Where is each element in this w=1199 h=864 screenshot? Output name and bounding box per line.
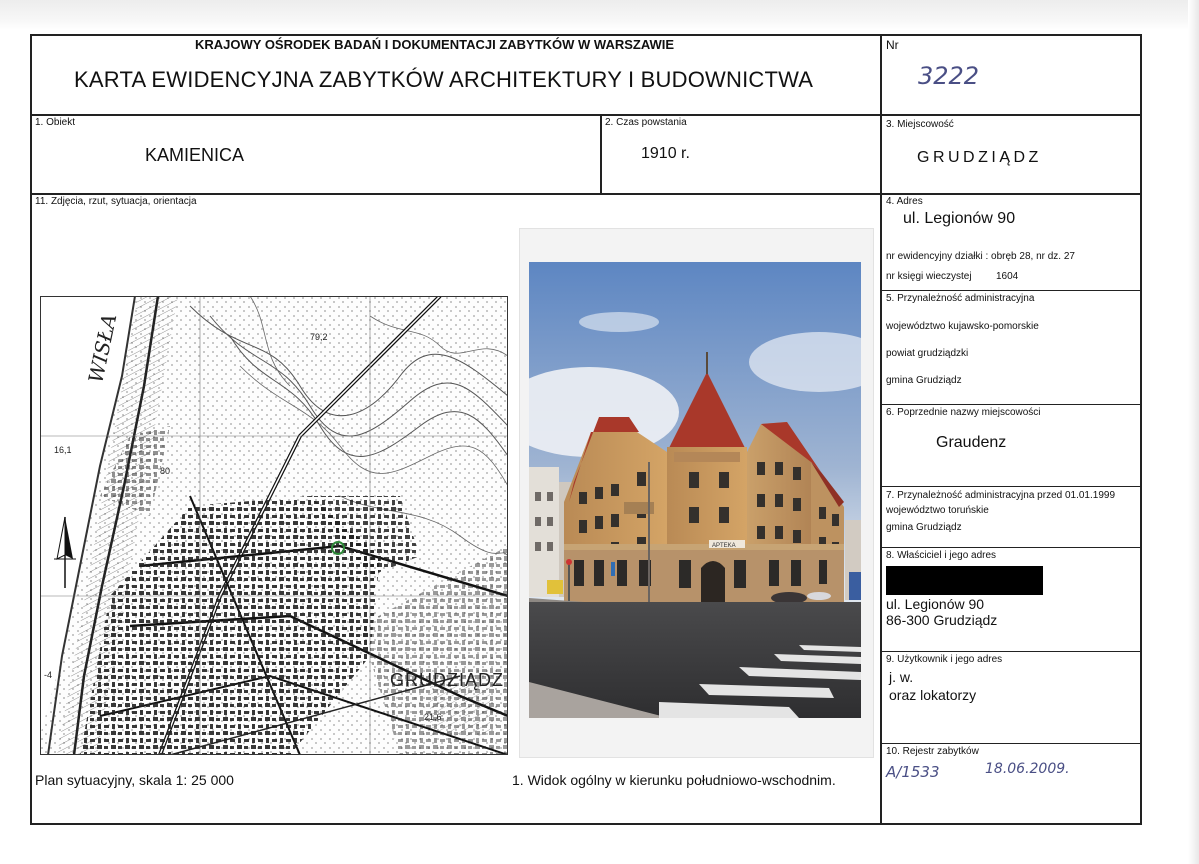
przed1999-gmina: gmina Grudziądz — [886, 522, 962, 533]
adres-label: 4. Adres — [886, 196, 923, 207]
miejscowosc-label: 3. Miejscowość — [886, 119, 954, 130]
rejestr-label: 10. Rejestr zabytków — [886, 746, 979, 757]
adres-dzialka: nr ewidencyjny działki : obręb 28, nr dz… — [886, 251, 1075, 262]
adres-ksiega-value: 1604 — [996, 271, 1019, 282]
wlasciciel-city: 86-300 Grudziądz — [886, 612, 998, 628]
shop-sign: APTEKA — [712, 543, 736, 549]
rejestr-number: A/1533 — [886, 763, 940, 781]
przed1999-label: 7. Przynależność administracyjna przed 0… — [886, 490, 1116, 501]
przynaleznosc-label: 5. Przynależność administracyjna — [886, 293, 1035, 304]
uzytkownik-line2: oraz lokatorzy — [889, 687, 977, 703]
map-caption: Plan sytuacyjny, skala 1: 25 000 — [35, 772, 234, 788]
poprzednie-label: 6. Poprzednie nazwy miejscowości — [886, 407, 1041, 418]
wlasciciel-label: 8. Właściciel i jego adres — [886, 550, 997, 561]
przynaleznosc-powiat: powiat grudziądzki — [886, 348, 969, 359]
obiekt-label: 1. Obiekt — [35, 117, 76, 128]
map-elevation-2: 80 — [160, 466, 170, 476]
photos-label: 11. Zdjęcia, rzut, sytuacja, orientacja — [35, 196, 197, 207]
redacted-owner-name — [886, 566, 1043, 595]
photo-caption: 1. Widok ogólny w kierunku południowo-ws… — [512, 772, 836, 788]
przynaleznosc-wojewodztwo: województwo kujawsko-pomorskie — [886, 321, 1039, 332]
adres-street: ul. Legionów 90 — [903, 210, 1016, 227]
poprzednie-value: Graudenz — [936, 434, 1007, 451]
map-elevation-1: 16,1 — [54, 445, 72, 455]
miejscowosc-value: GRUDZIĄDZ — [917, 149, 1042, 166]
building-photo: APTEKA — [529, 262, 861, 718]
situation-map: WISŁA GRUDZIĄDZ 16,1 80 21,6 79,2 -4 — [40, 296, 508, 755]
institution-heading: KRAJOWY OŚRODEK BADAŃ I DOKUMENTACJI ZAB… — [195, 37, 675, 52]
card-title: KARTA EWIDENCYJNA ZABYTKÓW ARCHITEKTURY … — [74, 67, 814, 92]
map-elevation-5: -4 — [44, 670, 52, 680]
uzytkownik-label: 9. Użytkownik i jego adres — [886, 654, 1003, 665]
uzytkownik-line1: j. w. — [889, 669, 914, 685]
map-city-label: GRUDZIĄDZ — [390, 670, 504, 690]
czas-value: 1910 r. — [641, 145, 690, 162]
nr-value: 3222 — [918, 62, 980, 90]
scan-edge — [1188, 0, 1199, 864]
adres-ksiega-label: nr księgi wieczystej — [886, 271, 972, 282]
obiekt-value: KAMIENICA — [145, 145, 245, 165]
czas-label: 2. Czas powstania — [605, 117, 687, 128]
map-elevation-4: 79,2 — [310, 332, 328, 342]
wlasciciel-street: ul. Legionów 90 — [886, 596, 985, 612]
rejestr-date: 18.06.2009. — [985, 761, 1070, 777]
map-elevation-3: 21,6 — [424, 712, 442, 722]
przynaleznosc-gmina: gmina Grudziądz — [886, 375, 962, 386]
nr-label: Nr — [886, 38, 899, 52]
przed1999-wojewodztwo: województwo toruńskie — [886, 505, 989, 516]
north-arrow-icon — [54, 515, 76, 590]
